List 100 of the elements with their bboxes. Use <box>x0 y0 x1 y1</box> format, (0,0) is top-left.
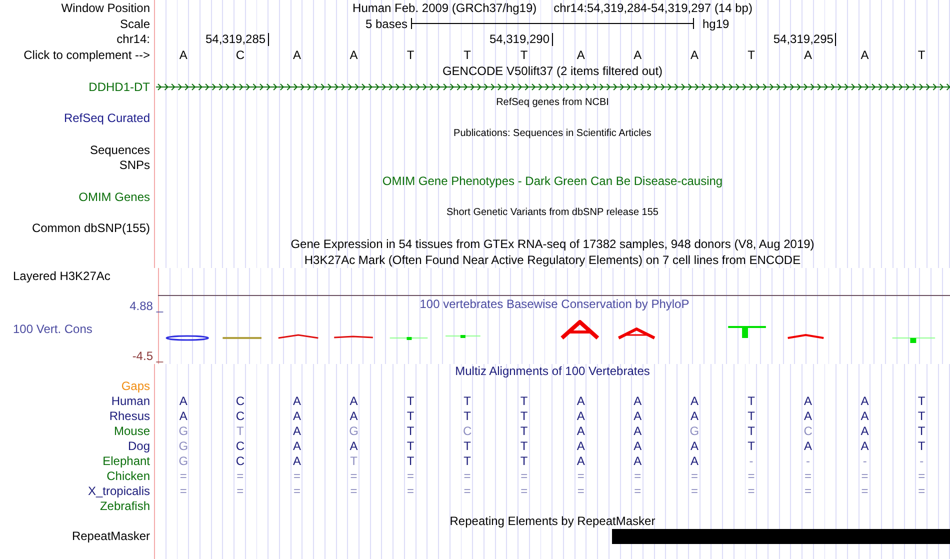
species-label[interactable]: Dog <box>128 439 150 453</box>
species-label[interactable]: Chicken <box>106 469 150 483</box>
repeat-feature[interactable] <box>612 528 950 544</box>
base-letter: A <box>179 409 188 423</box>
base-letter: T <box>464 454 471 468</box>
track-label[interactable]: Sequences <box>90 142 150 157</box>
base-letter: A <box>860 409 869 423</box>
base-letter[interactable]: A <box>292 48 301 62</box>
track-title: Publications: Sequences in Scientific Articles <box>454 128 652 140</box>
base-letter: A <box>860 439 869 453</box>
base-letter[interactable]: T <box>918 48 926 62</box>
base-letter[interactable]: A <box>860 48 869 62</box>
position-text: chr14:54,319,284-54,319,297 (14 bp) <box>554 0 752 15</box>
base-letter: T <box>520 439 528 453</box>
base-letter[interactable]: A <box>576 48 585 62</box>
axis-label: 4.88 _ <box>130 298 163 312</box>
species-label[interactable]: Zebrafish <box>100 499 150 513</box>
track-title: OMIM Gene Phenotypes - Dark Green Can Be Disease-causing <box>382 174 723 188</box>
base-letter: A <box>860 394 869 408</box>
base-letter: = <box>577 484 584 498</box>
base-letter: T <box>464 394 471 408</box>
track-label[interactable]: RefSeq Curated <box>64 111 150 126</box>
base-letter: = <box>918 484 926 498</box>
base-letter: A <box>292 394 301 408</box>
base-letter: - <box>862 454 867 468</box>
base-letter: A <box>690 394 698 408</box>
base-letter: A <box>860 424 869 438</box>
base-letter: = <box>407 469 414 483</box>
base-letter[interactable]: A <box>804 48 812 62</box>
base-letter: T <box>918 409 926 423</box>
base-letter: A <box>804 439 812 453</box>
track-title: 100 vertebrates Basewise Conservation by PhyloP <box>418 296 690 312</box>
base-letter: = <box>748 469 755 483</box>
track-label[interactable]: Layered H3K27Ac <box>13 268 110 283</box>
coordinate-tick: 54,319,285 <box>206 32 269 46</box>
base-letter: A <box>690 439 698 453</box>
base-letter: G <box>178 439 188 453</box>
track-label[interactable]: OMIM Genes <box>78 190 150 204</box>
base-letter: = <box>293 484 300 498</box>
assembly-name: hg19 <box>701 16 730 31</box>
base-letter[interactable]: C <box>236 48 244 62</box>
gene-feature[interactable] <box>155 82 950 92</box>
species-label[interactable]: Rhesus <box>109 409 150 423</box>
base-letter: = <box>861 484 868 498</box>
base-letter[interactable]: A <box>690 48 698 62</box>
base-letter: A <box>576 394 585 408</box>
base-letter: A <box>634 409 642 423</box>
base-letter: = <box>690 484 698 498</box>
base-letter[interactable]: T <box>748 48 755 62</box>
base-letter[interactable]: A <box>350 48 358 62</box>
base-letter[interactable]: T <box>464 48 471 62</box>
base-letter[interactable]: T <box>406 48 414 62</box>
species-label[interactable]: Elephant <box>102 454 150 468</box>
track-title: RefSeq genes from NCBI <box>496 96 609 108</box>
base-letter: = <box>634 484 642 498</box>
base-letter: C <box>236 439 244 453</box>
base-letter: = <box>180 484 187 498</box>
species-label[interactable]: Human <box>111 394 150 408</box>
track-label[interactable]: 100 Vert. Cons <box>13 322 154 336</box>
base-letter: A <box>804 409 812 423</box>
base-letter: = <box>464 469 471 483</box>
base-letter: T <box>406 454 414 468</box>
base-letter: A <box>576 439 585 453</box>
base-letter: - <box>749 454 754 468</box>
track-label[interactable]: SNPs <box>119 158 150 172</box>
base-letter: = <box>236 484 244 498</box>
base-letter: T <box>748 409 755 423</box>
track-title: Short Genetic Variants from dbSNP release 155 <box>446 207 658 218</box>
track-label[interactable]: DDHD1-DT <box>88 80 150 94</box>
base-letter: T <box>918 439 926 453</box>
coordinate-tick: 54,319,290 <box>489 32 552 46</box>
species-label[interactable]: X_tropicalis <box>88 484 150 498</box>
base-letter[interactable]: A <box>179 48 188 62</box>
base-letter: = <box>350 484 358 498</box>
base-letter: = <box>350 469 358 483</box>
base-letter: T <box>520 424 528 438</box>
track-label[interactable]: RepeatMasker <box>72 529 150 543</box>
track-label[interactable]: Common dbSNP(155) <box>32 221 150 236</box>
base-letter: G <box>349 424 358 438</box>
base-letter: G <box>178 454 188 468</box>
base-letter[interactable]: A <box>634 48 642 62</box>
base-letter: = <box>804 469 812 483</box>
axis-label: -4.5 _ <box>132 348 163 362</box>
base-letter: A <box>690 409 698 423</box>
track-title: H3K27Ac Mark (Often Found Near Active Regulatory Elements) on 7 cell lines from ENCODE <box>304 252 801 267</box>
base-letter: A <box>350 394 358 408</box>
base-letter: A <box>179 394 188 408</box>
base-letter: A <box>804 394 812 408</box>
assembly-title: Human Feb. 2009 (GRCh37/hg19) <box>352 0 537 15</box>
species-label[interactable]: Mouse <box>114 424 150 438</box>
base-letter[interactable]: T <box>520 48 528 62</box>
base-letter: = <box>464 484 471 498</box>
base-letter: = <box>634 469 642 483</box>
row-label: Scale <box>120 16 150 31</box>
base-letter: = <box>520 484 528 498</box>
row-label[interactable]: Click to complement --> <box>24 48 150 62</box>
base-letter: C <box>236 409 244 423</box>
base-letter: A <box>634 454 642 468</box>
base-letter: A <box>634 424 642 438</box>
base-letter: = <box>918 469 926 483</box>
